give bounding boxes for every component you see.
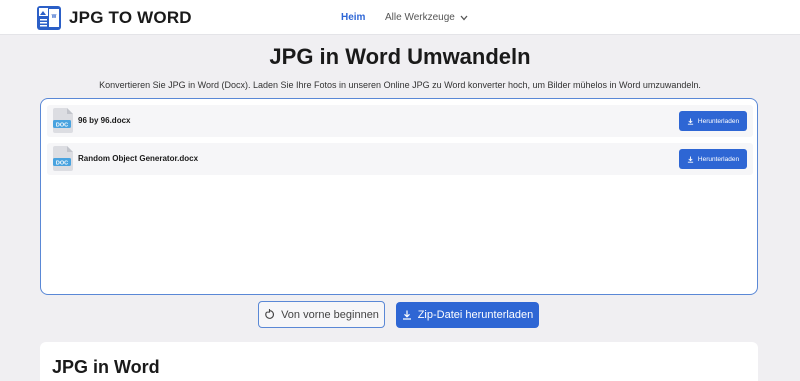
download-button[interactable]: Herunterladen (679, 149, 747, 169)
file-name: Random Object Generator.docx (78, 154, 199, 163)
nav-all-tools-dropdown[interactable]: Alle Werkzeuge (385, 11, 468, 25)
file-list-panel: DOC 96 by 96.docx Herunterladen DOC Rand… (40, 98, 758, 295)
top-header: W JPG TO WORD Heim Alle Werkzeuge (0, 0, 800, 35)
docx-file-icon-label: DOC (56, 160, 68, 166)
page-title: JPG in Word Umwandeln (269, 44, 531, 69)
file-name: 96 by 96.docx (78, 116, 131, 125)
download-zip-label: Zip-Datei herunterladen (417, 309, 534, 321)
start-over-label: Von vorne beginnen (281, 308, 379, 321)
logo[interactable]: W JPG TO WORD (37, 6, 192, 30)
file-row: DOC 96 by 96.docx Herunterladen (47, 105, 753, 137)
logo-icon: W (37, 6, 61, 30)
download-icon (687, 155, 694, 163)
start-over-button[interactable]: Von vorne beginnen (258, 301, 385, 328)
restart-icon (265, 309, 275, 319)
logo-text: JPG TO WORD (69, 8, 192, 27)
nav-all-tools-label: Alle Werkzeuge (385, 12, 455, 23)
download-icon (402, 310, 411, 320)
docx-file-icon: DOC (53, 146, 73, 171)
download-icon (687, 117, 694, 125)
download-zip-button[interactable]: Zip-Datei herunterladen (396, 302, 539, 328)
nav-home-link[interactable]: Heim (341, 11, 365, 25)
svg-text:W: W (52, 14, 57, 20)
file-row: DOC Random Object Generator.docx Herunte… (47, 143, 753, 175)
docx-file-icon-label: DOC (56, 122, 68, 128)
download-button-label: Herunterladen (697, 155, 740, 163)
download-button-label: Herunterladen (697, 117, 740, 125)
page-subtitle: Konvertieren Sie JPG in Word (Docx). Lad… (99, 80, 701, 90)
chevron-down-icon (460, 15, 468, 21)
section-title: JPG in Word (52, 357, 160, 377)
download-button[interactable]: Herunterladen (679, 111, 747, 131)
docx-file-icon: DOC (53, 108, 73, 133)
info-section: JPG in Word (40, 342, 758, 381)
